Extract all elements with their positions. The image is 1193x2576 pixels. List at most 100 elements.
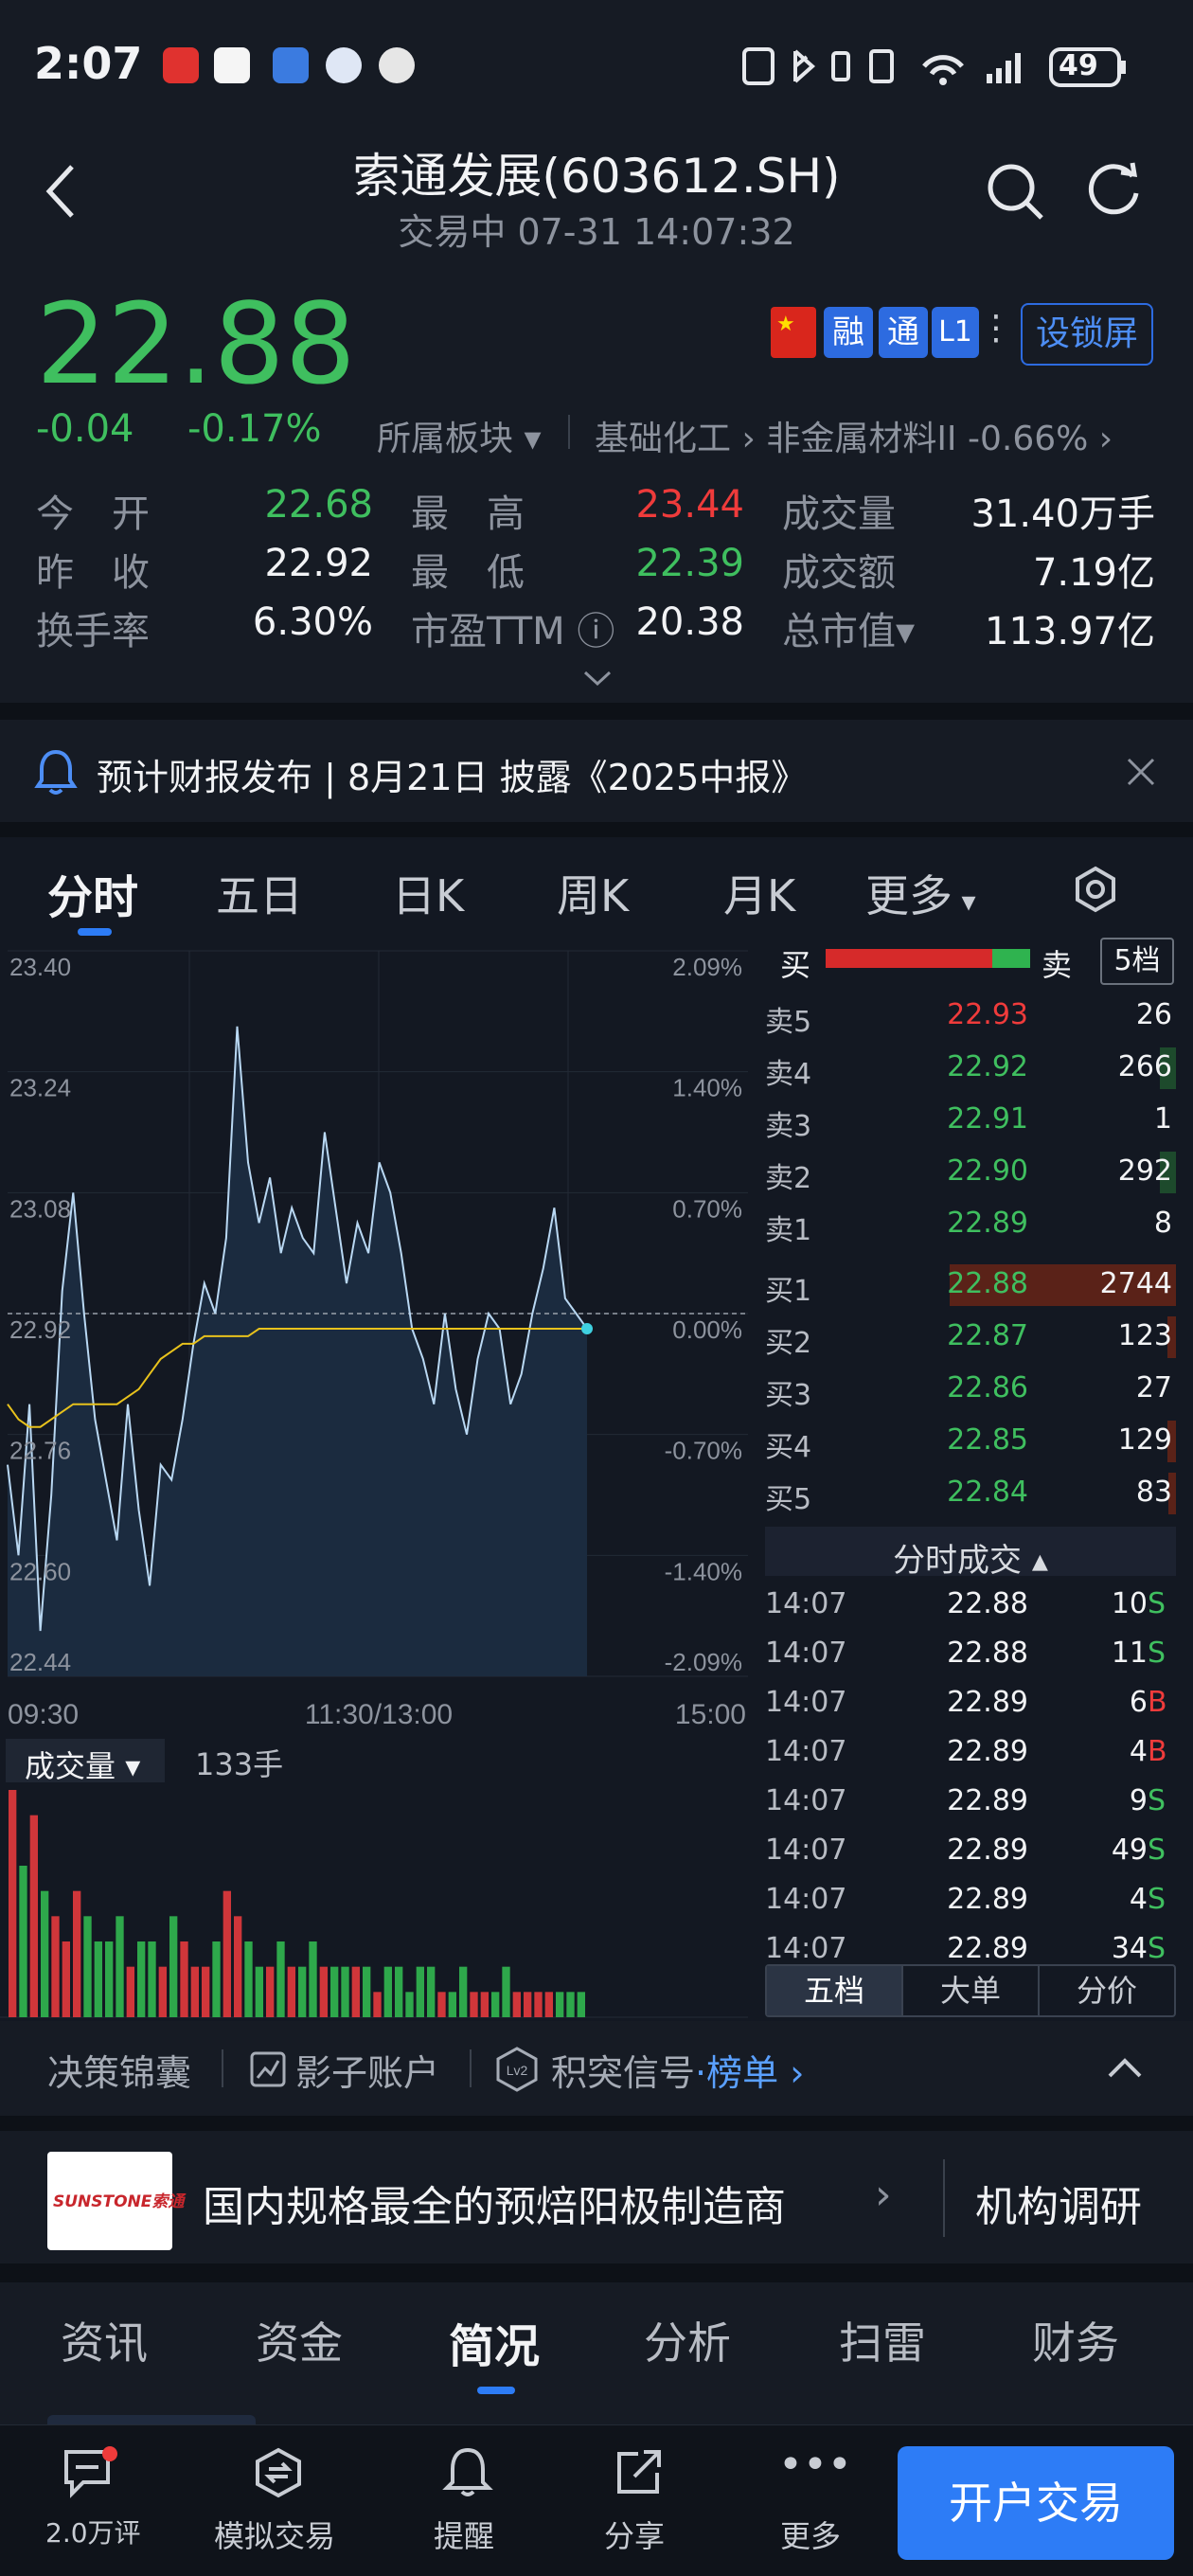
search-icon[interactable]: [985, 161, 1047, 224]
volume-bar: [383, 1966, 392, 2017]
level-label: 卖4: [765, 1058, 812, 1091]
tab-more[interactable]: 更多 ▾: [865, 862, 976, 924]
tab-financials[interactable]: 财务: [1032, 2309, 1119, 2371]
volume-bar: [524, 1992, 532, 2017]
sector-label[interactable]: 所属板块 ▾: [377, 411, 542, 460]
intraday-price-chart[interactable]: 23.40 2.09% 23.24 1.40% 23.08 0.70% 22.92 0.00%…: [0, 938, 757, 1733]
tab-weekly[interactable]: 周K: [557, 862, 629, 924]
tab-risk-scan[interactable]: 扫雷: [839, 2309, 926, 2371]
tab-5day[interactable]: 五日: [216, 862, 303, 924]
tab-analysis[interactable]: 分析: [644, 2309, 731, 2371]
volume-bar: [190, 1966, 199, 2017]
share-button[interactable]: 分享: [587, 2439, 691, 2562]
settings-icon[interactable]: [1072, 866, 1119, 913]
y-axis-label-left: 22.60: [9, 1557, 71, 1585]
volume-bar: [255, 1966, 263, 2017]
app-icon-2: [214, 47, 250, 83]
level-volume: 2744: [1099, 1267, 1172, 1300]
sector-industry[interactable]: 基础化工 › 非金属材料II -0.66% ›: [595, 411, 1113, 460]
open-account-trade-button[interactable]: 开户交易: [898, 2446, 1174, 2560]
tab-funds[interactable]: 资金: [256, 2309, 343, 2371]
volume-bar: [437, 1992, 446, 2017]
lock-screen-button[interactable]: 设锁屏: [1021, 303, 1153, 366]
earnings-notice[interactable]: 预计财报发布 | 8月21日 披露《2025中报》: [0, 720, 1193, 822]
level-volume: 83: [1135, 1476, 1172, 1509]
stat-label: 昨 收: [36, 551, 150, 595]
volume-bar: [158, 1966, 167, 2017]
company-logo: SUNSTONE索通: [47, 2152, 184, 2250]
orderbook-header: 买 卖 5档: [765, 938, 1176, 989]
volume-bar: [577, 1992, 585, 2017]
y-axis-label-left: 22.92: [9, 1315, 71, 1344]
y-axis-label-right: -2.09%: [665, 1648, 742, 1676]
volume-value: 133手: [195, 1746, 284, 1782]
y-axis-label-left: 22.44: [9, 1648, 71, 1676]
active-tab-indicator: [78, 928, 112, 936]
tab-price-dist[interactable]: 分价: [1038, 1966, 1174, 2015]
tab-intraday[interactable]: 分时: [47, 860, 138, 926]
volume-bar: [480, 1992, 489, 2017]
volume-bar: [534, 1992, 543, 2017]
expand-chevron-icon[interactable]: [581, 669, 614, 689]
trades-title-bar[interactable]: 分时成交 ▴: [765, 1527, 1176, 1580]
volume-selector[interactable]: 成交量 ▾: [6, 1739, 165, 1784]
level-price: 22.90: [947, 1154, 1028, 1188]
volume-bar: [512, 1992, 521, 2017]
stat-volume: 31.40万手: [970, 492, 1155, 536]
stat-label[interactable]: 总市值▾: [782, 600, 915, 655]
tab-monthly[interactable]: 月K: [723, 862, 795, 924]
comment-icon: [64, 2446, 117, 2498]
app-icon-3: [273, 47, 309, 83]
volume-chart: [0, 1790, 748, 2018]
stat-label: 最 高: [411, 492, 525, 536]
alert-button[interactable]: 提醒: [417, 2439, 521, 2562]
decision-kit-link[interactable]: 决策锦囊: [47, 2044, 191, 2096]
tab-news[interactable]: 资讯: [61, 2309, 148, 2371]
stat-low: 22.39: [635, 542, 744, 585]
y-axis-label-left: 23.40: [9, 953, 71, 981]
connect-badge: 通: [879, 307, 928, 358]
stat-open: 22.68: [264, 483, 373, 527]
tab-overview[interactable]: 简况: [449, 2309, 540, 2375]
volume-bar: [341, 1966, 349, 2017]
level-volume: 27: [1135, 1371, 1172, 1404]
sim-trade-label: 模拟交易: [214, 2518, 336, 2554]
signal-link[interactable]: 积突信号·榜单 ›: [551, 2044, 804, 2096]
volume-bar: [73, 1890, 81, 2017]
trade-side: S: [1148, 1883, 1166, 1916]
y-axis-label-left: 23.08: [9, 1194, 71, 1223]
stock-header: 索通发展(603612.SH) 交易中 07-31 14:07:32: [0, 133, 1193, 256]
stat-label[interactable]: 市盈TTM ⓘ: [411, 600, 614, 655]
levels-button[interactable]: 5档: [1100, 938, 1174, 985]
more-button[interactable]: ••• 更多: [757, 2439, 862, 2562]
trade-time: 14:07: [765, 1637, 847, 1670]
tab-daily[interactable]: 日K: [392, 862, 464, 924]
level-price: 22.88: [947, 1267, 1028, 1300]
trade-volume: 4: [1129, 1883, 1148, 1916]
shadow-account-link[interactable]: 影子账户: [295, 2044, 439, 2096]
level1-badge: L1: [932, 307, 979, 358]
refresh-icon[interactable]: [1083, 161, 1144, 222]
collapse-chevron-icon[interactable]: [1106, 2055, 1144, 2080]
level-label: 买5: [765, 1483, 812, 1516]
card-peek: [47, 2415, 256, 2424]
current-price: 22.88: [36, 278, 356, 409]
level-volume: 123: [1117, 1319, 1172, 1352]
tab-big-orders[interactable]: 大单: [901, 1966, 1038, 2015]
more-badges-icon[interactable]: ⋮: [979, 309, 1013, 348]
sim-trade-button[interactable]: 模拟交易: [208, 2439, 350, 2562]
stat-prev-close: 22.92: [264, 542, 373, 585]
company-banner[interactable]: SUNSTONE索通 国内规格最全的预焙阳极制造商 › 机构调研: [0, 2131, 1193, 2263]
sell-label: 卖: [1042, 947, 1073, 983]
volume-bar: [180, 1941, 188, 2017]
tab-5-levels[interactable]: 五档: [767, 1966, 901, 2015]
more-icon: •••: [778, 2441, 852, 2489]
volume-bar: [212, 1941, 221, 2017]
chart-tabs: 分时 五日 日K 周K 月K 更多 ▾: [0, 849, 1193, 943]
volume-bar: [544, 1992, 553, 2017]
stat-turnover-rate: 6.30%: [252, 600, 373, 644]
institutional-research-link[interactable]: 机构调研: [975, 2173, 1142, 2233]
close-icon[interactable]: [1125, 756, 1157, 788]
bid-level-row: 买5 22.84 83: [765, 1468, 1176, 1520]
comments-button[interactable]: 2.0万评: [38, 2439, 180, 2562]
